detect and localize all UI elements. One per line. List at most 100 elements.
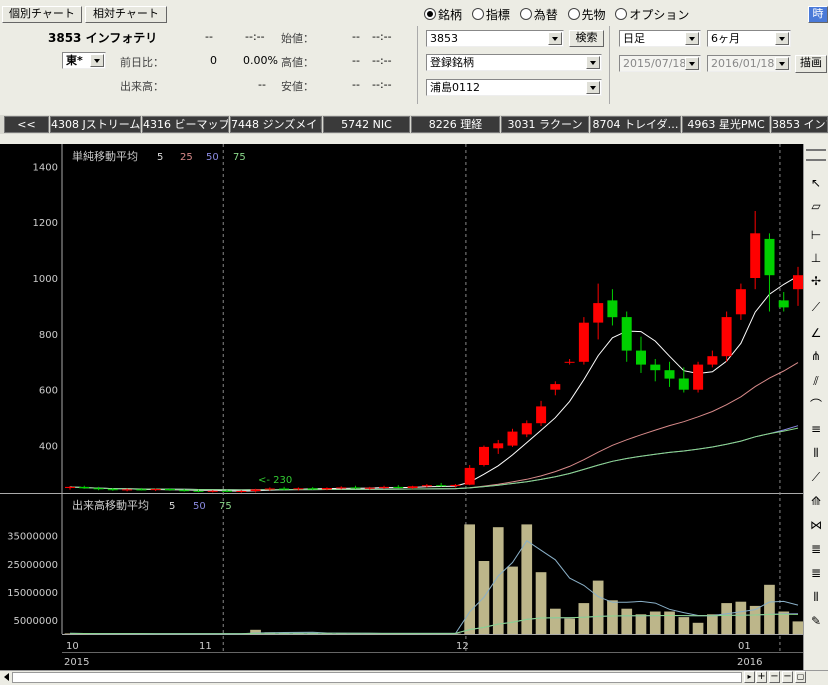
candle-body bbox=[264, 488, 275, 490]
ticker-prev-button[interactable]: << bbox=[4, 116, 49, 133]
radio-futures[interactable]: 先物 bbox=[567, 8, 606, 22]
list-select[interactable]: 浦島0112 bbox=[426, 79, 602, 96]
candle-body bbox=[693, 364, 704, 390]
ticker-item[interactable]: 7448 ジンズメイト bbox=[230, 116, 322, 133]
prev-day-label: 前日比： bbox=[120, 56, 164, 69]
toolbar-grip[interactable] bbox=[806, 149, 826, 161]
volume-bar bbox=[592, 580, 604, 634]
zoom-in-button[interactable]: + bbox=[756, 671, 767, 683]
ticker-item[interactable]: 8704 トレイダ… bbox=[590, 116, 681, 133]
radio-index[interactable]: 指標 bbox=[471, 8, 510, 22]
candle-body bbox=[750, 233, 761, 278]
search-button[interactable]: 検索 bbox=[569, 30, 604, 47]
scroll-right-button[interactable]: ▸ bbox=[744, 671, 755, 683]
chart-area[interactable]: 単純移動平均 5 25 50 75 <- 230 出来高移動平均 5 50 75… bbox=[0, 144, 803, 670]
low-value: -- bbox=[352, 78, 360, 91]
candle-body bbox=[193, 490, 204, 492]
minimize-button[interactable]: − bbox=[782, 671, 793, 683]
candle-body bbox=[364, 487, 375, 489]
cross-line-icon[interactable]: ✢ bbox=[806, 272, 826, 290]
ticker-item[interactable]: 5742 NIC bbox=[323, 116, 410, 133]
scroll-thumb[interactable] bbox=[12, 672, 742, 683]
ticker-item[interactable]: 3031 ラクーン bbox=[501, 116, 589, 133]
ticker-item[interactable]: 4316 ビーマップ bbox=[142, 116, 229, 133]
price-ma-line bbox=[69, 425, 799, 491]
candle-body bbox=[764, 238, 775, 276]
candle-body bbox=[564, 361, 575, 363]
price-ma-title: 単純移動平均 bbox=[72, 149, 138, 163]
ticker-item[interactable]: 3853 インフ bbox=[771, 116, 828, 133]
tab-individual-chart[interactable]: 個別チャート bbox=[2, 6, 82, 23]
fibonacci-4-icon[interactable]: ≣ bbox=[806, 564, 826, 582]
vertical-grid-icon[interactable]: ⦀ bbox=[806, 444, 826, 462]
low-time: --:-- bbox=[372, 78, 392, 91]
fan-icon[interactable]: ⋔ bbox=[806, 347, 826, 365]
arc-icon[interactable]: ⌒ bbox=[806, 396, 826, 414]
eraser-icon[interactable]: ▱ bbox=[806, 197, 826, 215]
vertical-line-icon[interactable]: ⊥ bbox=[806, 249, 826, 267]
zoom-out-button[interactable]: − bbox=[769, 671, 780, 683]
text-tool-icon[interactable]: ✎ bbox=[806, 612, 826, 630]
volume-bar bbox=[550, 608, 561, 634]
interval-select[interactable]: 日足 bbox=[619, 30, 701, 47]
candle-body bbox=[650, 364, 661, 371]
radio-fx[interactable]: 為替 bbox=[519, 8, 558, 22]
scroll-left-icon[interactable] bbox=[4, 673, 9, 681]
time-button[interactable]: 時 bbox=[808, 6, 828, 23]
candle-body bbox=[236, 491, 247, 492]
angle-line-icon[interactable]: ∠ bbox=[806, 324, 826, 342]
volume-ma-50-label: 50 bbox=[193, 501, 206, 512]
candle-body bbox=[136, 489, 147, 491]
volume-bar bbox=[578, 603, 590, 634]
candle-body bbox=[507, 431, 518, 446]
candle-body bbox=[721, 317, 732, 357]
trend-line-icon[interactable]: ⟋ bbox=[806, 298, 826, 316]
candle-body bbox=[578, 322, 589, 362]
to-date[interactable]: 2016/01/18 bbox=[707, 55, 791, 72]
divider bbox=[609, 26, 610, 104]
price-ma-line bbox=[69, 427, 799, 491]
channel-icon[interactable]: ≡ bbox=[806, 420, 826, 438]
volume-bar bbox=[664, 611, 675, 634]
from-date[interactable]: 2015/07/18 bbox=[619, 55, 701, 72]
restore-button[interactable]: ▢ bbox=[795, 671, 806, 683]
candle-body bbox=[79, 486, 90, 489]
code-input[interactable]: 3853 bbox=[426, 30, 564, 47]
x-month-label: 10 bbox=[66, 641, 79, 652]
market-select[interactable]: 東* bbox=[62, 52, 106, 69]
period-grid-icon[interactable]: ⦀ bbox=[806, 588, 826, 606]
regression-icon[interactable]: ⟰ bbox=[806, 492, 826, 510]
volume-bar bbox=[621, 608, 633, 634]
registered-select[interactable]: 登録銘柄 bbox=[426, 54, 602, 71]
fibonacci-3-icon[interactable]: ≣ bbox=[806, 540, 826, 558]
price-ma-25-label: 25 bbox=[180, 152, 193, 163]
volume-value: -- bbox=[258, 78, 266, 91]
parallel-line-icon[interactable]: ⫽ bbox=[806, 372, 826, 390]
candle-body bbox=[393, 486, 404, 488]
candle-body bbox=[65, 486, 75, 488]
pitchfork-icon[interactable]: ⋈ bbox=[806, 516, 826, 534]
draw-button[interactable]: 描画 bbox=[795, 55, 827, 73]
radio-stock[interactable]: 銘柄 bbox=[424, 8, 462, 22]
volume-bar bbox=[492, 527, 504, 634]
price-tick-label: 1000 bbox=[33, 274, 58, 285]
volume-ma-title: 出来高移動平均 bbox=[72, 498, 149, 512]
pointer-icon[interactable]: ↖ bbox=[806, 174, 826, 192]
volume-bar bbox=[649, 611, 661, 634]
open-value: -- bbox=[352, 30, 360, 43]
ticker-item[interactable]: 4963 星光PMC bbox=[682, 116, 770, 133]
ray-icon[interactable]: ⟋ bbox=[806, 468, 826, 486]
tab-relative-chart[interactable]: 相対チャート bbox=[85, 6, 167, 23]
high-time: --:-- bbox=[372, 54, 392, 67]
horizontal-line-icon[interactable]: ⊢ bbox=[806, 226, 826, 244]
chart-canvas[interactable]: 単純移動平均 5 25 50 75 <- 230 出来高移動平均 5 50 75… bbox=[0, 144, 803, 670]
ticker-item[interactable]: 8226 理経 bbox=[411, 116, 500, 133]
candle-body bbox=[550, 384, 561, 390]
radio-option[interactable]: オプション bbox=[615, 8, 689, 22]
candle-body bbox=[450, 484, 461, 486]
range-select[interactable]: 6ヶ月 bbox=[707, 30, 791, 47]
candle-body bbox=[93, 488, 104, 490]
ticker-item[interactable]: 4308 Jストリーム bbox=[50, 116, 141, 133]
volume-ma-5-label: 5 bbox=[169, 501, 175, 512]
candle-body bbox=[222, 490, 232, 492]
